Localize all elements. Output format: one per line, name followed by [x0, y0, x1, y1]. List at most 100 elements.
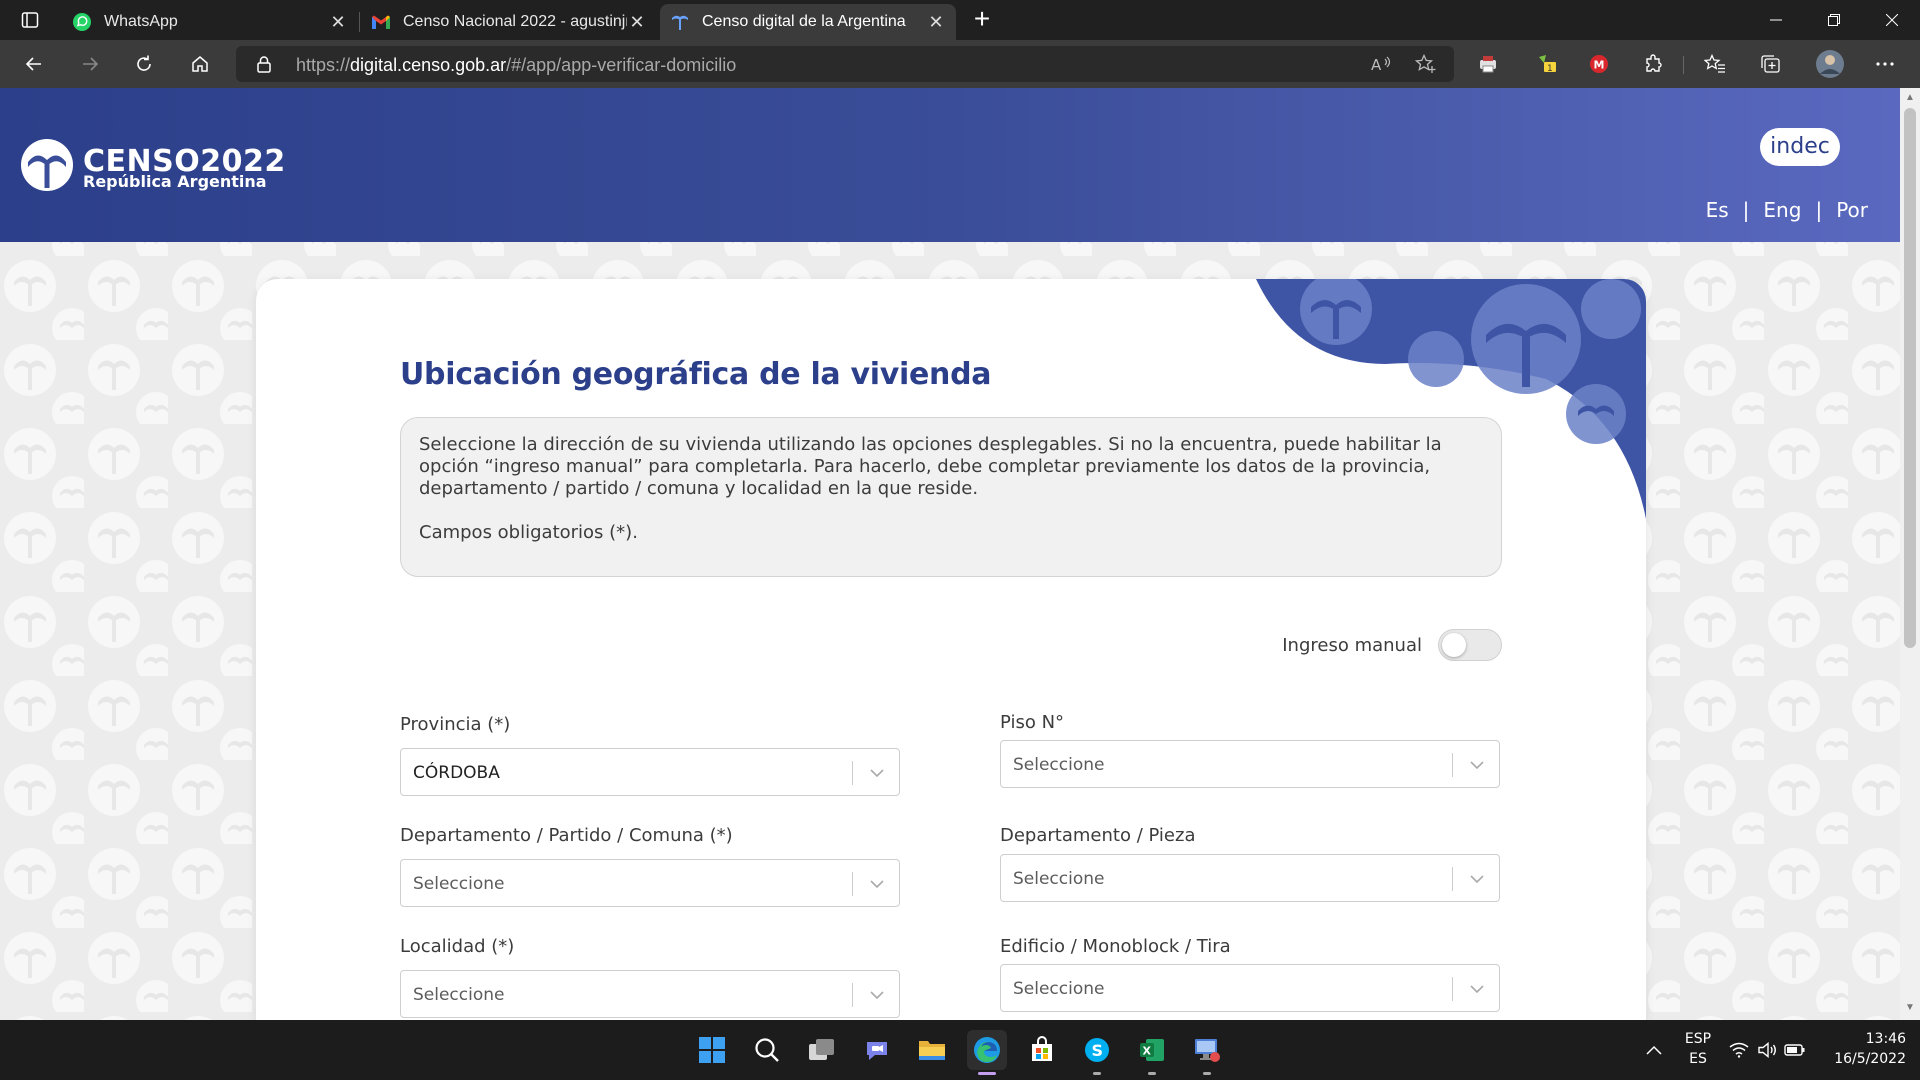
forward-button[interactable]	[72, 48, 108, 80]
departamento-label: Departamento / Partido / Comuna (*)	[400, 825, 733, 846]
address-bar[interactable]: https://digital.censo.gob.ar/#/app/app-v…	[236, 46, 1454, 82]
back-button[interactable]	[16, 48, 52, 80]
active-app-indicator	[978, 1072, 996, 1075]
add-favorite-icon[interactable]	[1412, 52, 1440, 76]
censo-favicon	[670, 12, 690, 32]
file-explorer-icon[interactable]	[912, 1030, 952, 1070]
url-text[interactable]: https://digital.censo.gob.ar/#/app/app-v…	[296, 55, 736, 76]
close-icon	[1886, 14, 1898, 26]
minimize-button[interactable]	[1748, 0, 1804, 40]
windows-start-icon[interactable]	[692, 1030, 732, 1070]
favorites-icon[interactable]	[1702, 52, 1728, 76]
select-divider	[1452, 977, 1453, 1001]
chevron-down-icon[interactable]	[867, 874, 887, 894]
svg-text:M: M	[1594, 59, 1605, 72]
tab-actions-icon	[21, 12, 39, 28]
tab-censo[interactable]: Censo digital de la Argentina ✕	[660, 4, 956, 40]
refresh-button[interactable]	[126, 48, 162, 80]
remote-desktop-icon[interactable]	[1187, 1030, 1227, 1070]
localidad-select[interactable]: Seleccione	[400, 970, 900, 1018]
profile-avatar[interactable]	[1814, 48, 1846, 80]
scroll-up-icon[interactable]: ▲	[1904, 92, 1916, 104]
piso-select[interactable]: Seleccione	[1000, 740, 1500, 788]
edge-icon[interactable]	[967, 1030, 1007, 1070]
provincia-select[interactable]: CÓRDOBA	[400, 748, 900, 796]
tab-actions-menu-button[interactable]	[14, 6, 46, 34]
select-divider	[852, 872, 853, 896]
printer-extension-icon[interactable]	[1475, 52, 1501, 76]
chevron-down-icon[interactable]	[867, 985, 887, 1005]
new-tab-button[interactable]: +	[966, 5, 998, 34]
select-divider	[852, 761, 853, 785]
minimize-icon	[1770, 19, 1782, 21]
clock-date[interactable]: 16/5/2022	[1826, 1051, 1906, 1067]
lock-icon[interactable]	[256, 55, 272, 78]
form-card: Ubicación geográfica de la vivienda Sele…	[256, 279, 1646, 1020]
chevron-down-icon[interactable]	[1467, 979, 1487, 999]
browser-tab-strip: WhatsApp ✕ Censo Nacional 2022 - agustin…	[0, 0, 1920, 40]
forward-arrow-icon	[83, 57, 99, 71]
battery-icon[interactable]	[1782, 1030, 1808, 1070]
tab-divider	[359, 12, 360, 32]
manual-entry-toggle[interactable]	[1438, 629, 1502, 661]
edificio-label: Edificio / Monoblock / Tira	[1000, 936, 1231, 957]
edificio-select[interactable]: Seleccione	[1000, 964, 1500, 1012]
language-separator: |	[1742, 198, 1750, 222]
localidad-label: Localidad (*)	[400, 936, 515, 957]
excel-icon[interactable]: X	[1132, 1030, 1172, 1070]
chevron-down-icon[interactable]	[1467, 755, 1487, 775]
select-divider	[1452, 753, 1453, 777]
task-view-icon[interactable]	[802, 1030, 842, 1070]
teams-chat-icon[interactable]	[857, 1030, 897, 1070]
manual-entry-row: Ingreso manual	[1156, 629, 1502, 663]
skype-icon[interactable]: S	[1077, 1030, 1117, 1070]
input-language-primary[interactable]: ESP	[1680, 1031, 1716, 1047]
language-por[interactable]: Por	[1836, 198, 1868, 222]
close-tab-icon[interactable]: ✕	[926, 12, 946, 33]
whatsapp-icon	[72, 12, 92, 32]
mega-extension-icon[interactable]: M	[1586, 52, 1612, 76]
home-button[interactable]	[182, 48, 218, 80]
browser-toolbar: https://digital.censo.gob.ar/#/app/app-v…	[0, 40, 1920, 88]
store-icon[interactable]	[1022, 1030, 1062, 1070]
page-heading: Ubicación geográfica de la vivienda	[400, 357, 992, 392]
restore-button[interactable]	[1806, 0, 1862, 40]
svg-text:A: A	[1371, 56, 1382, 73]
piso-placeholder: Seleccione	[1013, 755, 1105, 775]
localidad-placeholder: Seleccione	[413, 985, 505, 1005]
extension-badge-icon[interactable]: 1	[1534, 52, 1560, 76]
tab-gmail[interactable]: Censo Nacional 2022 - agustinjr ✕	[361, 4, 657, 40]
page-scrollbar[interactable]: ▲ ▼	[1900, 88, 1920, 1020]
departamento-select[interactable]: Seleccione	[400, 859, 900, 907]
clock-time[interactable]: 13:46	[1826, 1031, 1906, 1047]
toolbar-divider	[1683, 56, 1684, 74]
censo-logo-icon	[20, 138, 74, 197]
depto-pieza-select[interactable]: Seleccione	[1000, 854, 1500, 902]
windows-taskbar: S X ESP ES 13:46 16/5/2022	[0, 1020, 1920, 1080]
chevron-down-icon[interactable]	[1467, 869, 1487, 889]
close-tab-icon[interactable]: ✕	[328, 12, 348, 33]
tab-title: Censo Nacional 2022 - agustinjr	[403, 13, 627, 30]
chevron-up-icon[interactable]	[1634, 1030, 1674, 1070]
collections-icon[interactable]	[1757, 52, 1783, 76]
wifi-icon[interactable]	[1726, 1030, 1752, 1070]
settings-more-icon[interactable]	[1872, 52, 1898, 76]
site-header: CENSO2022 República Argentina indec Es |…	[0, 88, 1900, 242]
indec-logo[interactable]: indec	[1760, 128, 1840, 166]
scroll-down-icon[interactable]: ▼	[1904, 1002, 1916, 1014]
restore-icon	[1828, 14, 1840, 26]
input-language-secondary[interactable]: ES	[1680, 1051, 1716, 1067]
volume-icon[interactable]	[1754, 1030, 1780, 1070]
extensions-icon[interactable]	[1641, 52, 1667, 76]
running-app-indicator	[1148, 1072, 1156, 1075]
read-aloud-icon[interactable]: A	[1368, 52, 1396, 76]
chevron-down-icon[interactable]	[867, 763, 887, 783]
scrollbar-thumb[interactable]	[1904, 108, 1916, 648]
search-icon[interactable]	[747, 1030, 787, 1070]
tab-whatsapp[interactable]: WhatsApp ✕	[62, 4, 358, 40]
info-text: Seleccione la dirección de su vivienda u…	[419, 434, 1442, 499]
close-window-button[interactable]	[1864, 0, 1920, 40]
language-es[interactable]: Es	[1706, 198, 1729, 222]
language-eng[interactable]: Eng	[1763, 198, 1801, 222]
close-tab-icon[interactable]: ✕	[627, 12, 647, 33]
